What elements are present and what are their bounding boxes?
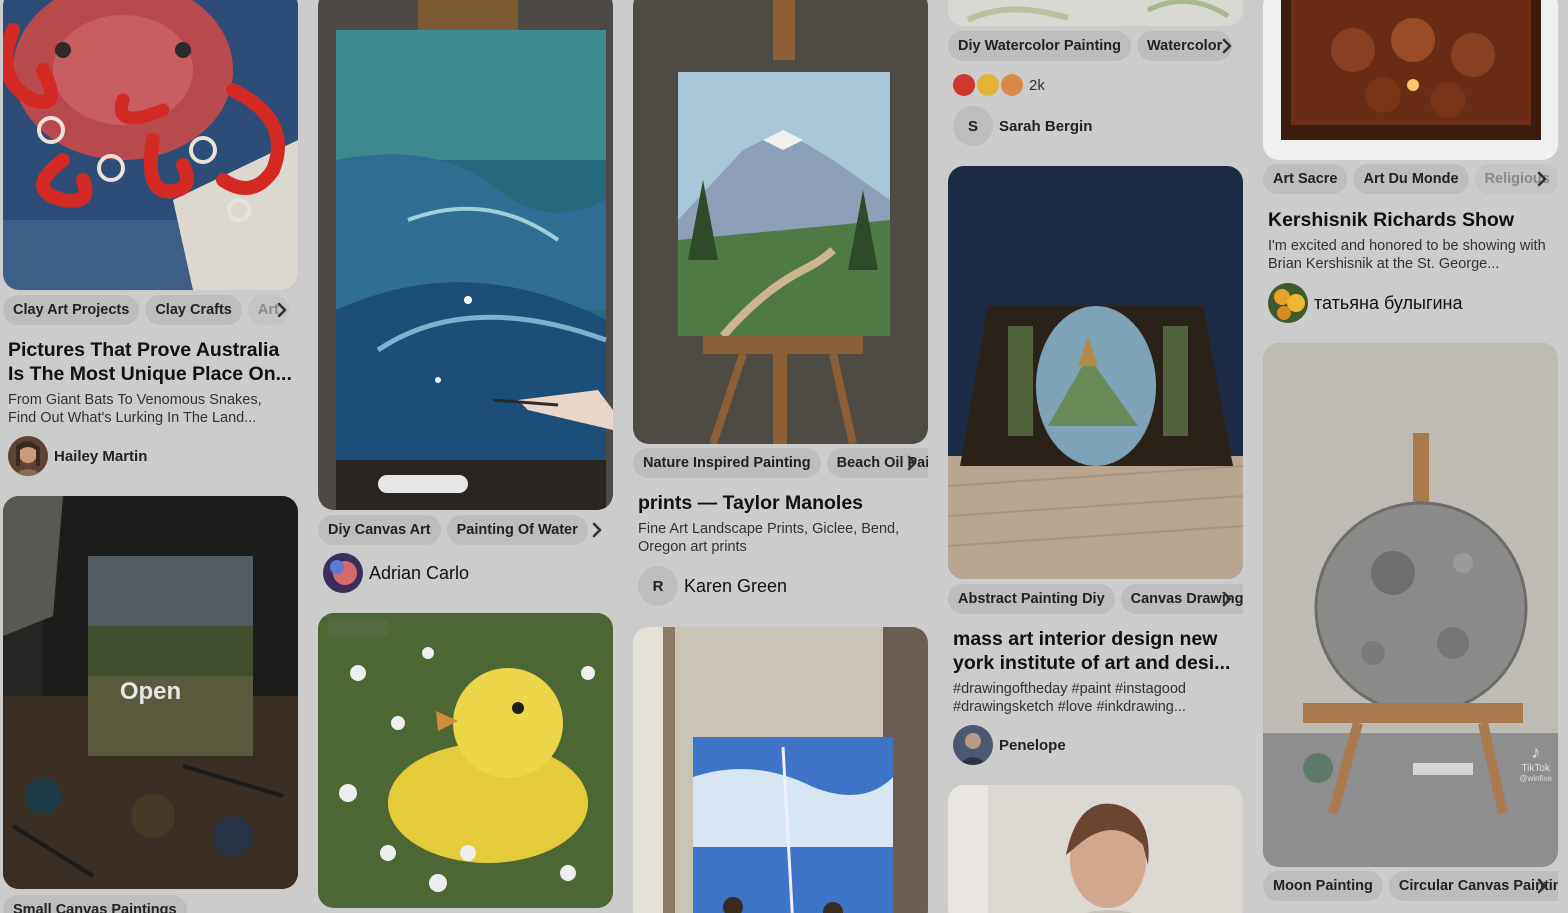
watermark-user: @winfixe xyxy=(1519,774,1552,783)
pin-tags-row: Nature Inspired Painting Beach Oil Paint… xyxy=(633,445,928,481)
chevron-right-icon[interactable] xyxy=(1532,169,1552,189)
tiktok-icon: ♪ xyxy=(1531,742,1541,762)
pin-tags-row: Art Sacre Art Du Monde Religious xyxy=(1263,161,1558,197)
pin-author[interactable]: Hailey Martin xyxy=(8,436,147,476)
tag-chip[interactable]: Moon Painting xyxy=(1263,871,1383,901)
pin-image-moon-painting[interactable] xyxy=(1263,343,1558,867)
author-name[interactable]: Penelope xyxy=(999,737,1066,754)
pin-title[interactable]: Pictures That Prove Australia Is The Mos… xyxy=(8,338,293,386)
author-name[interactable]: Sarah Bergin xyxy=(999,118,1092,135)
author-name[interactable]: Karen Green xyxy=(684,576,787,597)
pin-author[interactable]: Penelope xyxy=(953,725,1066,765)
chevron-right-icon[interactable] xyxy=(1217,589,1237,609)
pin-image-clay-octopus[interactable] xyxy=(3,0,298,290)
pin-tags-row: Small Canvas Paintings xyxy=(3,892,298,913)
heart-reaction-icon xyxy=(953,74,975,96)
pin-title[interactable]: mass art interior design new york instit… xyxy=(953,627,1238,675)
mountain-painting-image xyxy=(633,0,928,444)
author-name[interactable]: Adrian Carlo xyxy=(369,563,469,584)
pin-image-watercolor[interactable] xyxy=(948,0,1243,26)
pin-title[interactable]: Kershisnik Richards Show xyxy=(1268,208,1553,232)
wow-reaction-icon xyxy=(977,74,999,96)
tag-chip[interactable]: Nature Inspired Painting xyxy=(633,448,821,478)
avatar[interactable] xyxy=(8,436,48,476)
pin-image-anime-sky[interactable] xyxy=(633,627,928,913)
pin-tags-row: Diy Canvas Art Painting Of Water xyxy=(318,512,613,548)
pin-image-candlelit-faces[interactable] xyxy=(1263,0,1558,160)
chevron-right-icon[interactable] xyxy=(272,300,292,320)
avatar[interactable]: R xyxy=(638,566,678,606)
pin-author[interactable]: Adrian Carlo xyxy=(323,553,469,593)
chevron-right-icon[interactable] xyxy=(1217,36,1237,56)
pin-description: From Giant Bats To Venomous Snakes, Find… xyxy=(8,392,262,426)
reactions-row[interactable]: 2k xyxy=(953,74,1045,96)
surprised-reaction-icon xyxy=(1001,74,1023,96)
pin-title[interactable]: prints — Taylor Manoles xyxy=(638,491,923,515)
water-painting-image xyxy=(318,0,613,510)
avatar[interactable] xyxy=(953,725,993,765)
pin-author[interactable]: S Sarah Bergin xyxy=(953,106,1092,146)
pin-image-duckling[interactable] xyxy=(318,613,613,908)
pin-image-water-painting[interactable] xyxy=(318,0,613,510)
pin-description: Fine Art Landscape Prints, Giclee, Bend,… xyxy=(638,521,900,555)
candlelit-painting-image xyxy=(1263,0,1558,160)
chevron-right-icon[interactable] xyxy=(587,520,607,540)
pin-tags-row: Clay Art Projects Clay Crafts Art xyxy=(3,292,298,328)
tag-chip[interactable]: Clay Crafts xyxy=(145,295,242,325)
pin-tags-row: Moon Painting Circular Canvas Painting xyxy=(1263,868,1558,904)
pin-image-window-castle[interactable] xyxy=(948,166,1243,579)
clay-octopus-image xyxy=(3,0,298,290)
pin-image-mountain-easel[interactable] xyxy=(633,0,928,444)
tag-chip[interactable]: Abstract Painting Diy xyxy=(948,584,1115,614)
moon-painting-image xyxy=(1263,343,1558,867)
author-name[interactable]: татьяна булыгина xyxy=(1314,293,1463,314)
open-button[interactable]: Open xyxy=(3,678,298,706)
tag-chip[interactable]: Clay Art Projects xyxy=(3,295,140,325)
author-name[interactable]: Hailey Martin xyxy=(54,448,147,465)
avatar[interactable] xyxy=(1268,283,1308,323)
duckling-painting-image xyxy=(318,613,613,908)
pin-tags-row: Diy Watercolor Painting Watercolor xyxy=(948,28,1243,64)
watermark-label: TikTok xyxy=(1521,763,1550,774)
tag-chip[interactable]: Diy Watercolor Painting xyxy=(948,31,1132,61)
tag-chip[interactable]: Diy Canvas Art xyxy=(318,515,441,545)
pin-tags-row: Abstract Painting Diy Canvas Drawing xyxy=(948,581,1243,617)
pin-author[interactable]: татьяна булыгина xyxy=(1268,283,1463,323)
pin-description: I'm excited and honored to be showing wi… xyxy=(1268,238,1546,272)
avatar[interactable] xyxy=(323,553,363,593)
tag-chip[interactable]: Art Sacre xyxy=(1263,164,1348,194)
chevron-right-icon[interactable] xyxy=(902,453,922,473)
tag-chip[interactable]: Small Canvas Paintings xyxy=(3,895,187,913)
avatar[interactable]: S xyxy=(953,106,993,146)
chevron-right-icon[interactable] xyxy=(1532,876,1552,896)
woman-portrait-image xyxy=(948,785,1243,913)
pin-author[interactable]: R Karen Green xyxy=(638,566,787,606)
anime-sky-painting-image xyxy=(633,627,928,913)
tiktok-watermark: ♪ TikTok @winfixe xyxy=(1519,742,1552,783)
tag-chip[interactable]: Art Du Monde xyxy=(1353,164,1469,194)
watercolor-image xyxy=(948,0,1243,26)
pin-description: #drawingoftheday #paint #instagood #draw… xyxy=(953,681,1186,715)
reaction-count: 2k xyxy=(1029,76,1045,94)
pin-image-woman-portrait[interactable] xyxy=(948,785,1243,913)
window-castle-image xyxy=(948,166,1243,579)
tag-chip[interactable]: Painting Of Water xyxy=(446,515,588,545)
